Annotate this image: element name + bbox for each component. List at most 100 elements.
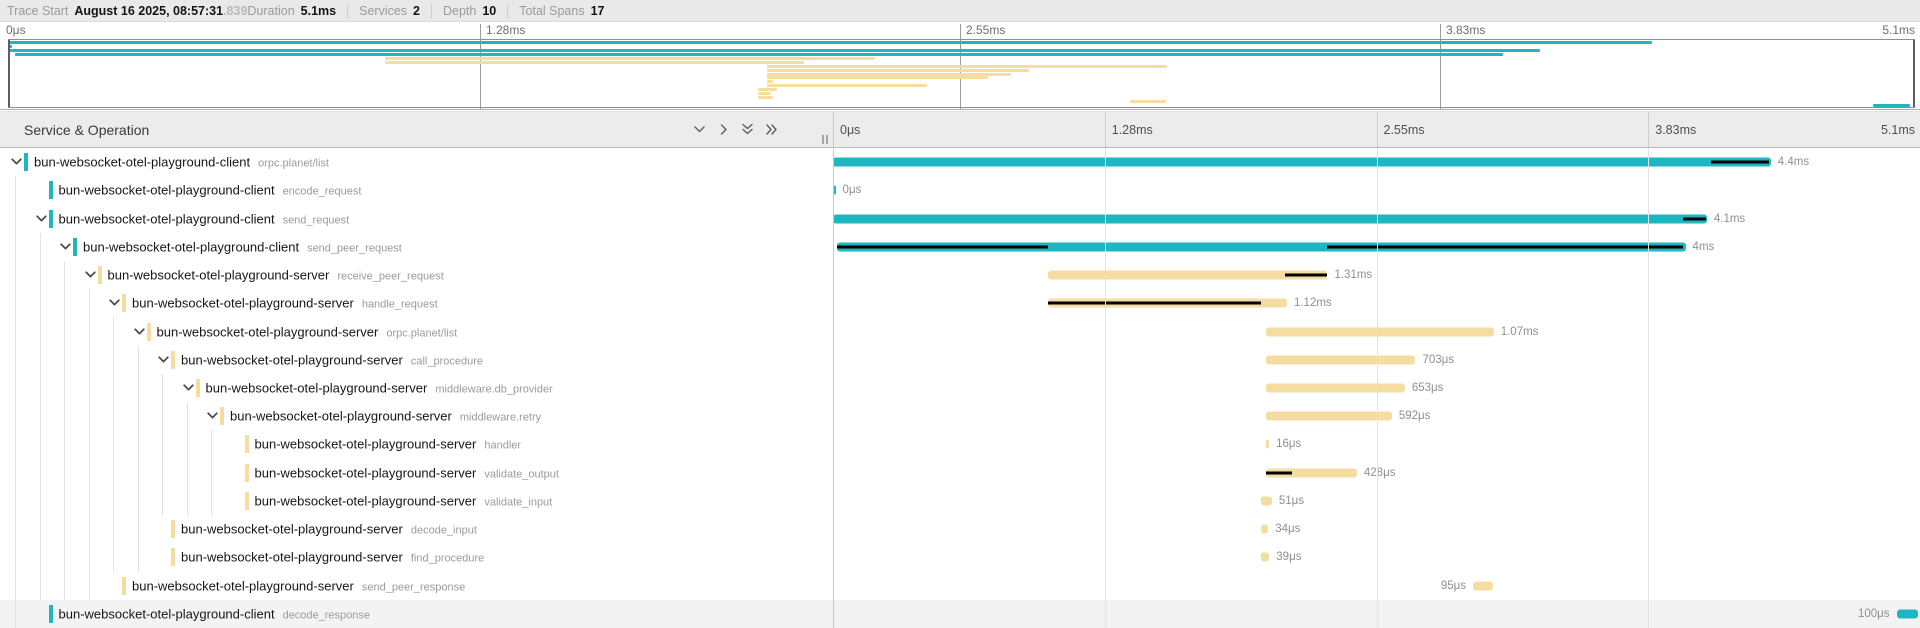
- span-row[interactable]: bun-websocket-otel-playground-serverhand…: [0, 430, 1920, 458]
- span-timeline-cell[interactable]: 4.1ms: [833, 204, 1920, 232]
- collapse-chevron-icon[interactable]: [84, 269, 97, 282]
- span-name-cell[interactable]: bun-websocket-otel-playground-clientdeco…: [0, 600, 833, 628]
- column-resize-grip[interactable]: [822, 135, 828, 144]
- span-timeline-cell[interactable]: 100μs: [833, 600, 1920, 628]
- span-bar[interactable]: [1266, 412, 1392, 421]
- span-timeline-cell[interactable]: 653μs: [833, 374, 1920, 402]
- span-row[interactable]: bun-websocket-otel-playground-clientenco…: [0, 176, 1920, 204]
- span-row[interactable]: bun-websocket-otel-playground-clientdeco…: [0, 600, 1920, 628]
- span-row[interactable]: bun-websocket-otel-playground-serverfind…: [0, 543, 1920, 571]
- collapse-chevron-icon[interactable]: [133, 325, 146, 338]
- span-timeline-cell[interactable]: 1.31ms: [833, 261, 1920, 289]
- span-bar[interactable]: [1261, 553, 1269, 562]
- span-row[interactable]: bun-websocket-otel-playground-servermidd…: [0, 402, 1920, 430]
- span-name-cell[interactable]: bun-websocket-otel-playground-servermidd…: [0, 374, 833, 402]
- span-duration-label: 703μs: [1423, 354, 1455, 366]
- indent-guide: [15, 233, 16, 261]
- span-timeline-cell[interactable]: 16μs: [833, 430, 1920, 458]
- span-name-cell[interactable]: bun-websocket-otel-playground-clientsend…: [0, 233, 833, 261]
- span-bar[interactable]: [1897, 609, 1918, 618]
- collapse-chevron-icon[interactable]: [10, 156, 23, 169]
- span-name-cell[interactable]: bun-websocket-otel-playground-serversend…: [0, 572, 833, 600]
- span-bar[interactable]: [1473, 581, 1493, 590]
- expand-level-icon[interactable]: [716, 122, 731, 137]
- span-row[interactable]: bun-websocket-otel-playground-servervali…: [0, 487, 1920, 515]
- span-name-cell[interactable]: bun-websocket-otel-playground-serverrece…: [0, 261, 833, 289]
- indent-guide: [89, 317, 90, 345]
- minimap-viewport[interactable]: [8, 39, 1915, 108]
- collapse-chevron-icon[interactable]: [108, 297, 121, 310]
- service-operation-header-cell: Service & Operation: [0, 112, 833, 147]
- indent-guide: [138, 374, 139, 402]
- span-name-cell[interactable]: bun-websocket-otel-playground-serverfind…: [0, 543, 833, 571]
- indent-guide: [15, 289, 16, 317]
- collapse-level-icon[interactable]: [692, 122, 707, 137]
- span-name-cell[interactable]: bun-websocket-otel-playground-clientsend…: [0, 204, 833, 232]
- expand-all-icon[interactable]: [764, 122, 779, 137]
- trace-stat-total-spans: Total Spans17: [507, 4, 604, 18]
- span-duration-label: 592μs: [1399, 410, 1431, 422]
- span-row[interactable]: bun-websocket-otel-playground-serverrece…: [0, 261, 1920, 289]
- collapse-chevron-icon[interactable]: [206, 410, 219, 423]
- span-timeline-cell[interactable]: 428μs: [833, 459, 1920, 487]
- span-duration-label: 428μs: [1364, 467, 1396, 479]
- collapse-chevron-icon[interactable]: [157, 353, 170, 366]
- collapse-chevron-icon[interactable]: [35, 212, 48, 225]
- span-name-cell[interactable]: bun-websocket-otel-playground-servervali…: [0, 459, 833, 487]
- collapse-chevron-icon[interactable]: [182, 381, 195, 394]
- span-timeline-cell[interactable]: 1.07ms: [833, 317, 1920, 345]
- span-row[interactable]: bun-websocket-otel-playground-serverhand…: [0, 289, 1920, 317]
- span-bar[interactable]: [1261, 496, 1272, 505]
- span-row[interactable]: bun-websocket-otel-playground-serverdeco…: [0, 515, 1920, 543]
- span-row[interactable]: bun-websocket-otel-playground-servercall…: [0, 346, 1920, 374]
- header-timeline-tick: 3.83ms: [1655, 123, 1696, 137]
- span-row[interactable]: bun-websocket-otel-playground-serverorpc…: [0, 317, 1920, 345]
- span-name-cell[interactable]: bun-websocket-otel-playground-servermidd…: [0, 402, 833, 430]
- span-timeline-cell[interactable]: 95μs: [833, 572, 1920, 600]
- span-row[interactable]: bun-websocket-otel-playground-clientsend…: [0, 233, 1920, 261]
- span-timeline-cell[interactable]: 1.12ms: [833, 289, 1920, 317]
- span-row[interactable]: bun-websocket-otel-playground-clientorpc…: [0, 148, 1920, 176]
- header-tick-divider: [1105, 112, 1106, 147]
- timeline-header-cell: 0μs1.28ms2.55ms3.83ms5.1ms: [833, 112, 1920, 147]
- span-bar[interactable]: [833, 158, 1771, 167]
- span-bar[interactable]: [1266, 383, 1405, 392]
- span-duration-label: 1.31ms: [1334, 269, 1372, 281]
- viewport-left-handle[interactable]: [8, 40, 10, 107]
- span-timeline-cell[interactable]: 34μs: [833, 515, 1920, 543]
- span-name-cell[interactable]: bun-websocket-otel-playground-serverhand…: [0, 430, 833, 458]
- span-timeline-cell[interactable]: 703μs: [833, 346, 1920, 374]
- span-timeline-cell[interactable]: 4ms: [833, 233, 1920, 261]
- span-row[interactable]: bun-websocket-otel-playground-servervali…: [0, 459, 1920, 487]
- span-bar[interactable]: [833, 214, 1707, 223]
- indent-guide: [211, 430, 212, 458]
- span-name-cell[interactable]: bun-websocket-otel-playground-serverorpc…: [0, 317, 833, 345]
- span-row[interactable]: bun-websocket-otel-playground-servermidd…: [0, 374, 1920, 402]
- span-timeline-cell[interactable]: 39μs: [833, 543, 1920, 571]
- trace-minimap[interactable]: [0, 38, 1920, 110]
- span-name-cell[interactable]: bun-websocket-otel-playground-serverdeco…: [0, 515, 833, 543]
- span-bar[interactable]: [1266, 440, 1269, 449]
- span-name-cell[interactable]: bun-websocket-otel-playground-clientenco…: [0, 176, 833, 204]
- span-bar[interactable]: [1266, 355, 1416, 364]
- span-bar[interactable]: [1261, 525, 1268, 534]
- span-row[interactable]: bun-websocket-otel-playground-clientsend…: [0, 204, 1920, 232]
- span-name-cell[interactable]: bun-websocket-otel-playground-servervali…: [0, 487, 833, 515]
- column-divider[interactable]: [833, 111, 834, 628]
- operation-name: handle_request: [362, 299, 438, 311]
- collapse-all-icon[interactable]: [740, 122, 755, 137]
- span-timeline-cell[interactable]: 4.4ms: [833, 148, 1920, 176]
- span-bar[interactable]: [1266, 327, 1494, 336]
- span-name-cell[interactable]: bun-websocket-otel-playground-clientorpc…: [0, 148, 833, 176]
- span-name-cell[interactable]: bun-websocket-otel-playground-serverhand…: [0, 289, 833, 317]
- span-name-cell[interactable]: bun-websocket-otel-playground-servercall…: [0, 346, 833, 374]
- span-duration-label: 95μs: [1441, 580, 1466, 592]
- span-timeline-cell[interactable]: 0μs: [833, 176, 1920, 204]
- indent-guide: [89, 543, 90, 571]
- indent-guide: [64, 459, 65, 487]
- span-timeline-cell[interactable]: 51μs: [833, 487, 1920, 515]
- span-row[interactable]: bun-websocket-otel-playground-serversend…: [0, 572, 1920, 600]
- span-timeline-cell[interactable]: 592μs: [833, 402, 1920, 430]
- collapse-chevron-icon[interactable]: [59, 240, 72, 253]
- viewport-right-handle[interactable]: [1913, 40, 1915, 107]
